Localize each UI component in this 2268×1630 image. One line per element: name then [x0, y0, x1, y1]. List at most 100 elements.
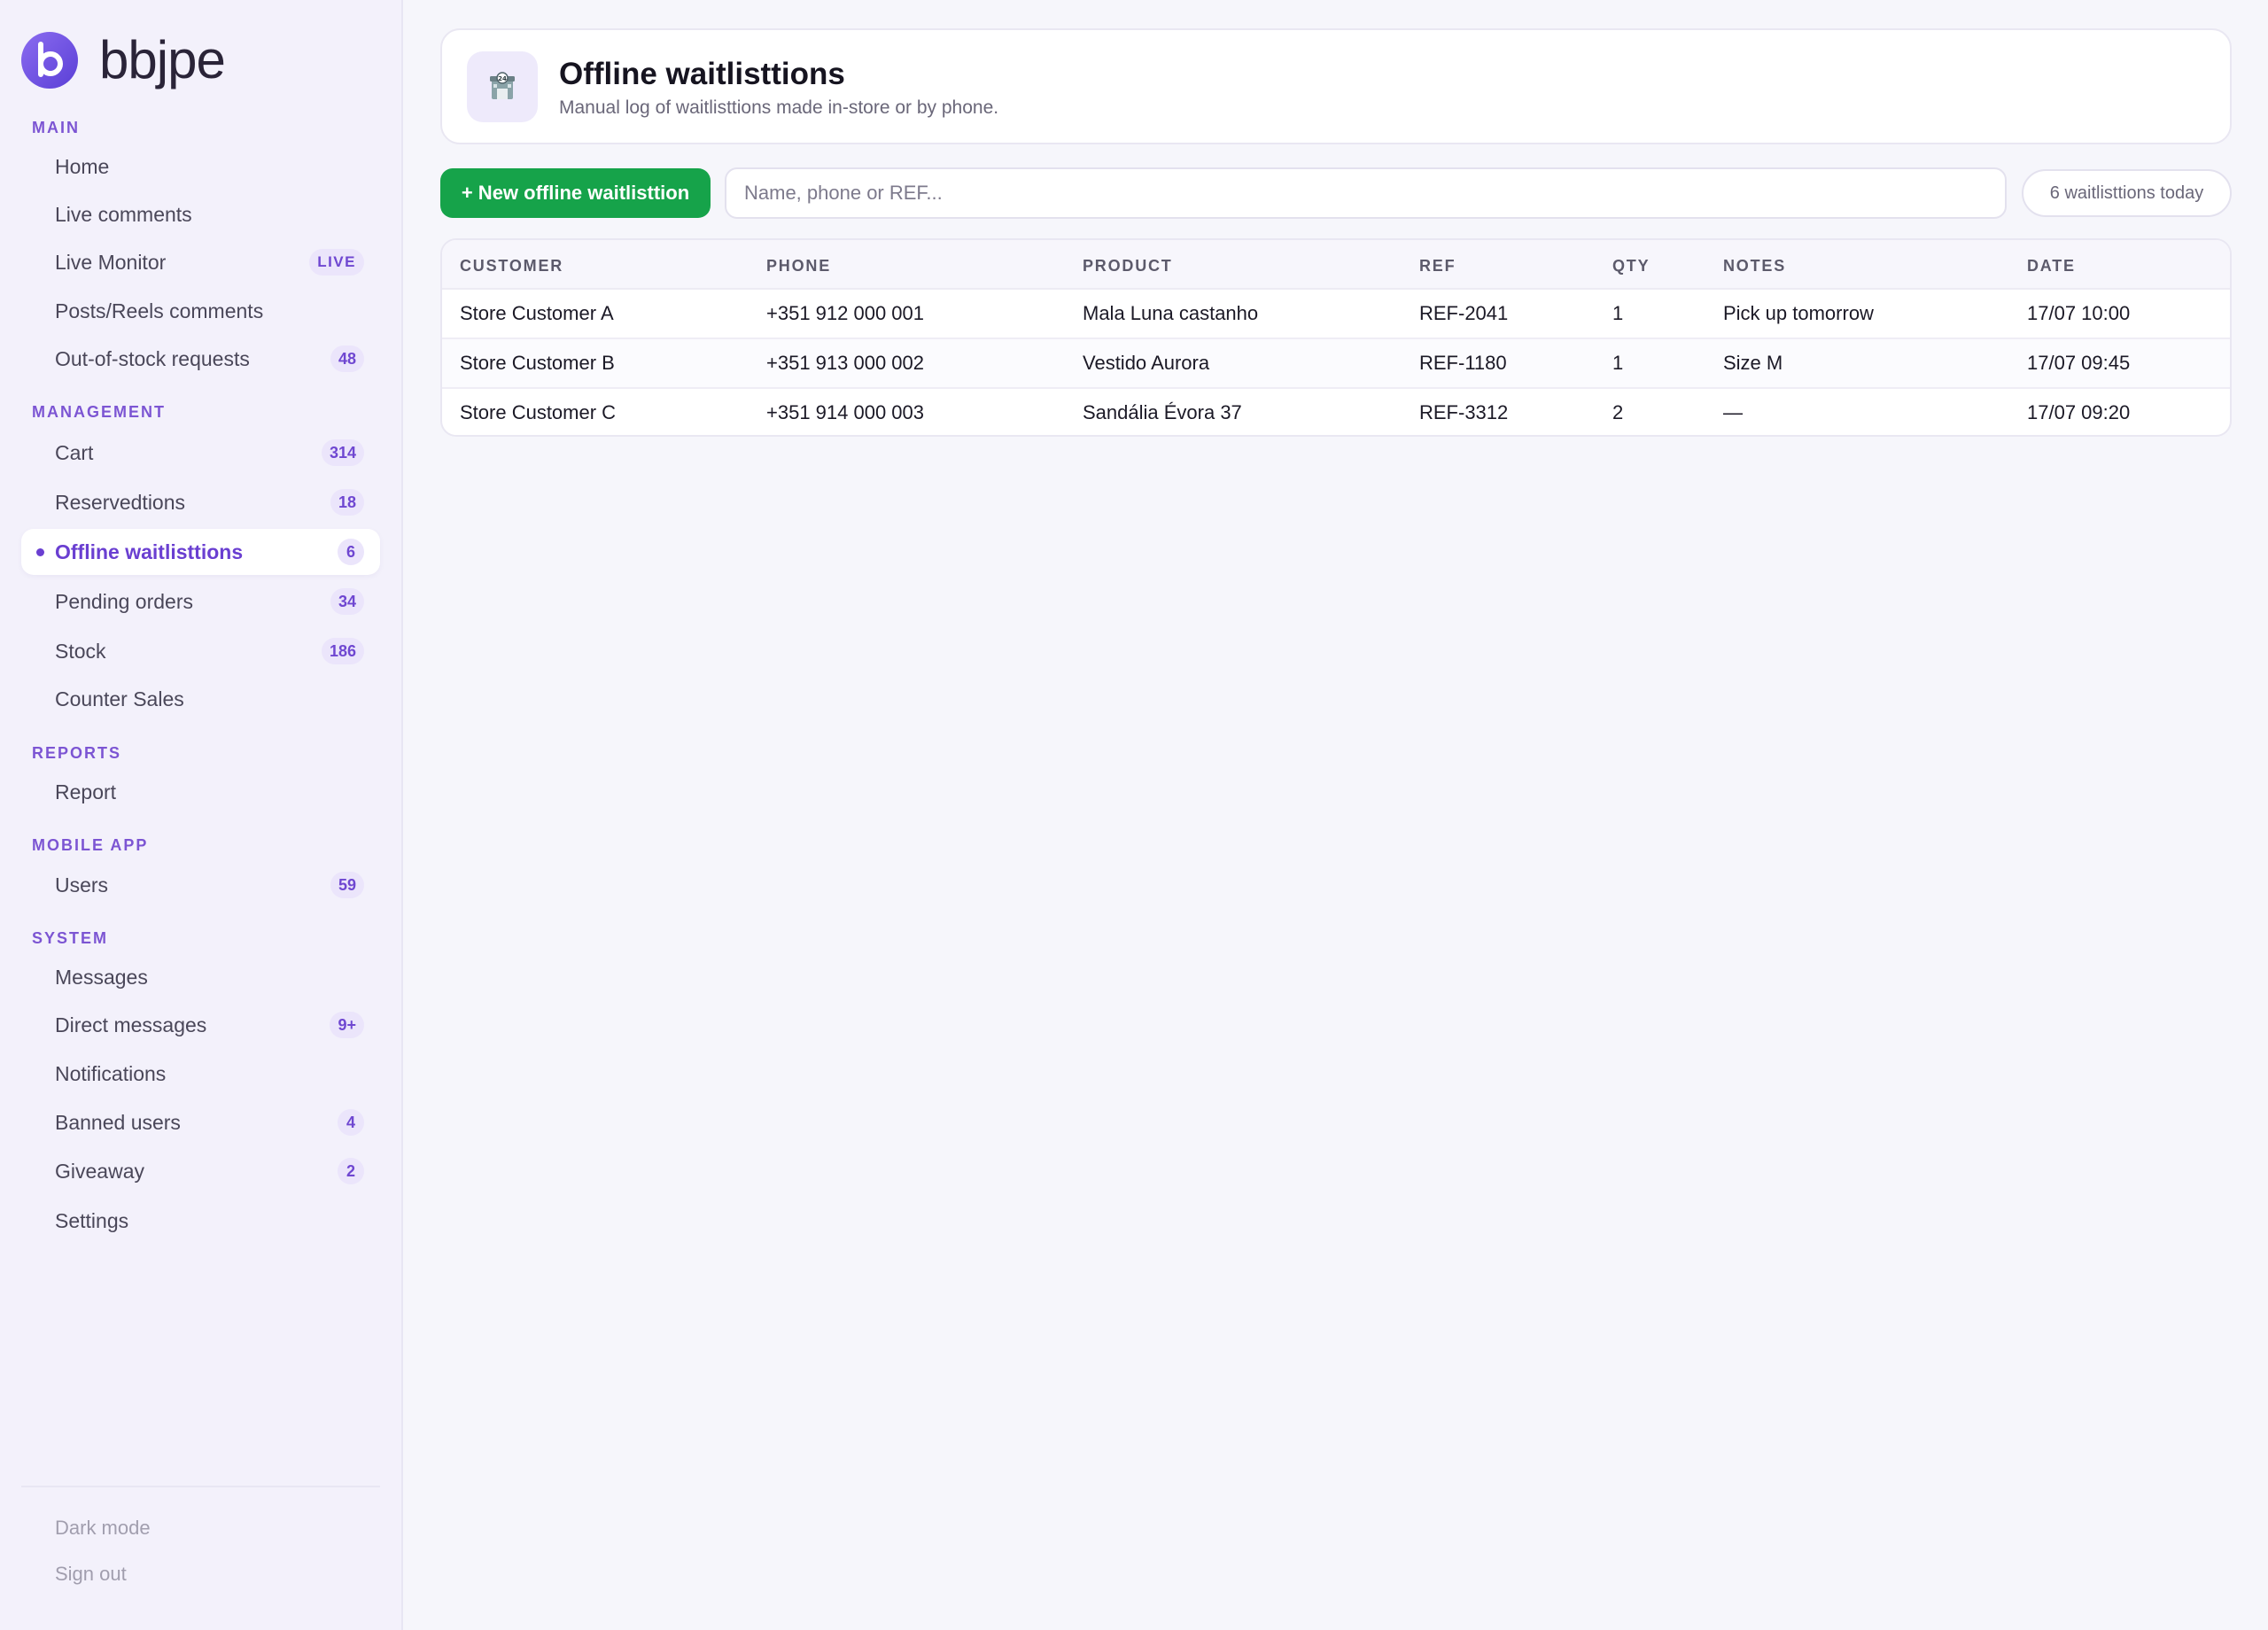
sidebar-item-label: Stock — [55, 639, 106, 663]
count-badge: 314 — [321, 439, 364, 466]
column-header-date: DATE — [2027, 257, 2076, 275]
count-badge: 34 — [330, 588, 364, 615]
sidebar-item-out-of-stock-requests[interactable]: Out-of-stock requests 48 — [21, 336, 380, 382]
sidebar-item-label: Live comments — [55, 202, 192, 226]
sidebar-item-report[interactable]: Report — [21, 769, 380, 815]
cell-date: 17/07 09:20 — [2027, 401, 2131, 423]
cell-product: Vestido Aurora — [1083, 352, 1210, 374]
sidebar-item-label: Cart — [55, 440, 94, 464]
sidebar-item-live-comments[interactable]: Live comments — [21, 191, 380, 237]
cell-qty: 2 — [1612, 401, 1624, 423]
sign-out-link[interactable]: Sign out — [55, 1563, 127, 1586]
sidebar-item-settings[interactable]: Settings — [21, 1198, 380, 1244]
cell-phone: +351 912 000 001 — [766, 302, 925, 324]
brand-name: bbjpe — [99, 30, 226, 89]
sidebar-item-label: Banned users — [55, 1110, 181, 1134]
cell-product: Sandália Évora 37 — [1083, 401, 1242, 423]
sidebar-item-cart[interactable]: Cart 314 — [21, 430, 380, 476]
section-label-management: MANAGEMENT — [32, 403, 166, 421]
sidebar-item-giveaway[interactable]: Giveaway 2 — [21, 1148, 380, 1194]
sidebar-item-label: Pending orders — [55, 589, 193, 613]
count-badge: 186 — [321, 638, 364, 664]
dark-mode-toggle[interactable]: Dark mode — [55, 1517, 151, 1540]
sidebar-item-label: Report — [55, 780, 117, 803]
page-header: 24 Offline waitlisttions Manual log of w… — [440, 28, 2232, 144]
section-label-system: SYSTEM — [32, 929, 109, 947]
column-header-phone: PHONE — [766, 257, 832, 275]
cell-ref: REF-2041 — [1419, 302, 1509, 324]
store-icon: 24 — [467, 51, 538, 122]
sidebar-item-counter-sales[interactable]: Counter Sales — [21, 676, 380, 722]
count-badge: 9+ — [330, 1012, 364, 1038]
section-label-reports: REPORTS — [32, 744, 122, 762]
sidebar-item-stock[interactable]: Stock 186 — [21, 628, 380, 674]
svg-text:24: 24 — [498, 75, 507, 82]
table-row[interactable]: Store Customer C +351 914 000 003 Sandália… — [442, 389, 2230, 435]
today-count-badge: 6 waitlisttions today — [2022, 169, 2232, 217]
cell-notes: — — [1723, 401, 1743, 423]
cell-ref: REF-3312 — [1419, 401, 1509, 423]
count-badge: 6 — [338, 539, 364, 565]
sidebar-item-label: Direct messages — [55, 1013, 207, 1036]
cell-date: 17/07 10:00 — [2027, 302, 2131, 324]
brand[interactable]: bbjpe — [19, 30, 226, 90]
cell-qty: 1 — [1612, 352, 1624, 374]
table-header: CUSTOMER PHONE PRODUCT REF QTY NOTES DATE — [442, 240, 2230, 290]
cell-notes: Size M — [1723, 352, 1783, 374]
sidebar-item-banned-users[interactable]: Banned users 4 — [21, 1099, 380, 1145]
sidebar: bbjpe MAIN Home Live comments Live Monitor L… — [0, 0, 403, 1630]
page-title: Offline waitlisttions — [559, 57, 845, 91]
page-subtitle: Manual log of waitlisttions made in-stor… — [559, 97, 999, 118]
section-label-main: MAIN — [32, 119, 80, 136]
column-header-ref: REF — [1419, 257, 1456, 275]
cell-customer: Store Customer B — [460, 352, 615, 374]
sidebar-item-direct-messages[interactable]: Direct messages 9+ — [21, 1002, 380, 1048]
sidebar-item-label: Live Monitor — [55, 250, 167, 274]
column-header-customer: CUSTOMER — [460, 257, 564, 275]
sidebar-item-label: Messages — [55, 965, 148, 989]
sidebar-item-offline-waitlisttions[interactable]: Offline waitlisttions 6 — [21, 529, 380, 575]
new-offline-waitlist-button[interactable]: + New offline waitlisttion — [440, 168, 711, 218]
cell-product: Mala Luna castanho — [1083, 302, 1259, 324]
sidebar-item-label: Offline waitlisttions — [55, 539, 244, 563]
live-badge: LIVE — [309, 249, 364, 276]
cell-phone: +351 914 000 003 — [766, 401, 925, 423]
table-row[interactable]: Store Customer A +351 912 000 001 Mala Lun… — [442, 290, 2230, 339]
waitlist-table: CUSTOMER PHONE PRODUCT REF QTY NOTES DATE Stor… — [440, 238, 2232, 437]
count-badge: 18 — [330, 489, 364, 516]
cell-customer: Store Customer A — [460, 302, 614, 324]
sidebar-item-notifications[interactable]: Notifications — [21, 1051, 380, 1097]
sidebar-item-label: Reservedtions — [55, 490, 186, 514]
column-header-notes: NOTES — [1723, 257, 1787, 275]
count-badge: 48 — [330, 345, 364, 372]
cell-ref: REF-1180 — [1419, 352, 1507, 374]
sidebar-divider — [21, 1486, 380, 1487]
sidebar-item-label: Home — [55, 154, 110, 178]
sidebar-item-live-monitor[interactable]: Live Monitor LIVE — [21, 239, 380, 285]
active-indicator-dot — [36, 547, 44, 556]
sidebar-item-label: Giveaway — [55, 1159, 144, 1183]
count-badge: 2 — [338, 1158, 364, 1184]
search-input[interactable] — [725, 167, 2007, 219]
sidebar-item-home[interactable]: Home — [21, 144, 380, 190]
column-header-qty: QTY — [1612, 257, 1651, 275]
count-badge: 4 — [338, 1109, 364, 1136]
sidebar-item-pending-orders[interactable]: Pending orders 34 — [21, 578, 380, 625]
table-row[interactable]: Store Customer B +351 913 000 002 Vestido … — [442, 339, 2230, 389]
cell-qty: 1 — [1612, 302, 1624, 324]
sidebar-item-label: Users — [55, 873, 109, 896]
cell-customer: Store Customer C — [460, 401, 617, 423]
sidebar-item-label: Settings — [55, 1208, 129, 1232]
sidebar-item-users[interactable]: Users 59 — [21, 862, 380, 908]
section-label-mobile-app: MOBILE APP — [32, 836, 149, 854]
sidebar-item-posts-reels-comments[interactable]: Posts/Reels comments — [21, 288, 380, 334]
sidebar-item-label: Posts/Reels comments — [55, 299, 264, 322]
sidebar-item-reservedtions[interactable]: Reservedtions 18 — [21, 479, 380, 525]
count-badge: 59 — [330, 872, 364, 898]
cell-phone: +351 913 000 002 — [766, 352, 925, 374]
cell-date: 17/07 09:45 — [2027, 352, 2131, 374]
sidebar-item-messages[interactable]: Messages — [21, 954, 380, 1000]
sidebar-item-label: Notifications — [55, 1061, 167, 1085]
brand-logo-icon — [21, 32, 78, 89]
cell-notes: Pick up tomorrow — [1723, 302, 1874, 324]
